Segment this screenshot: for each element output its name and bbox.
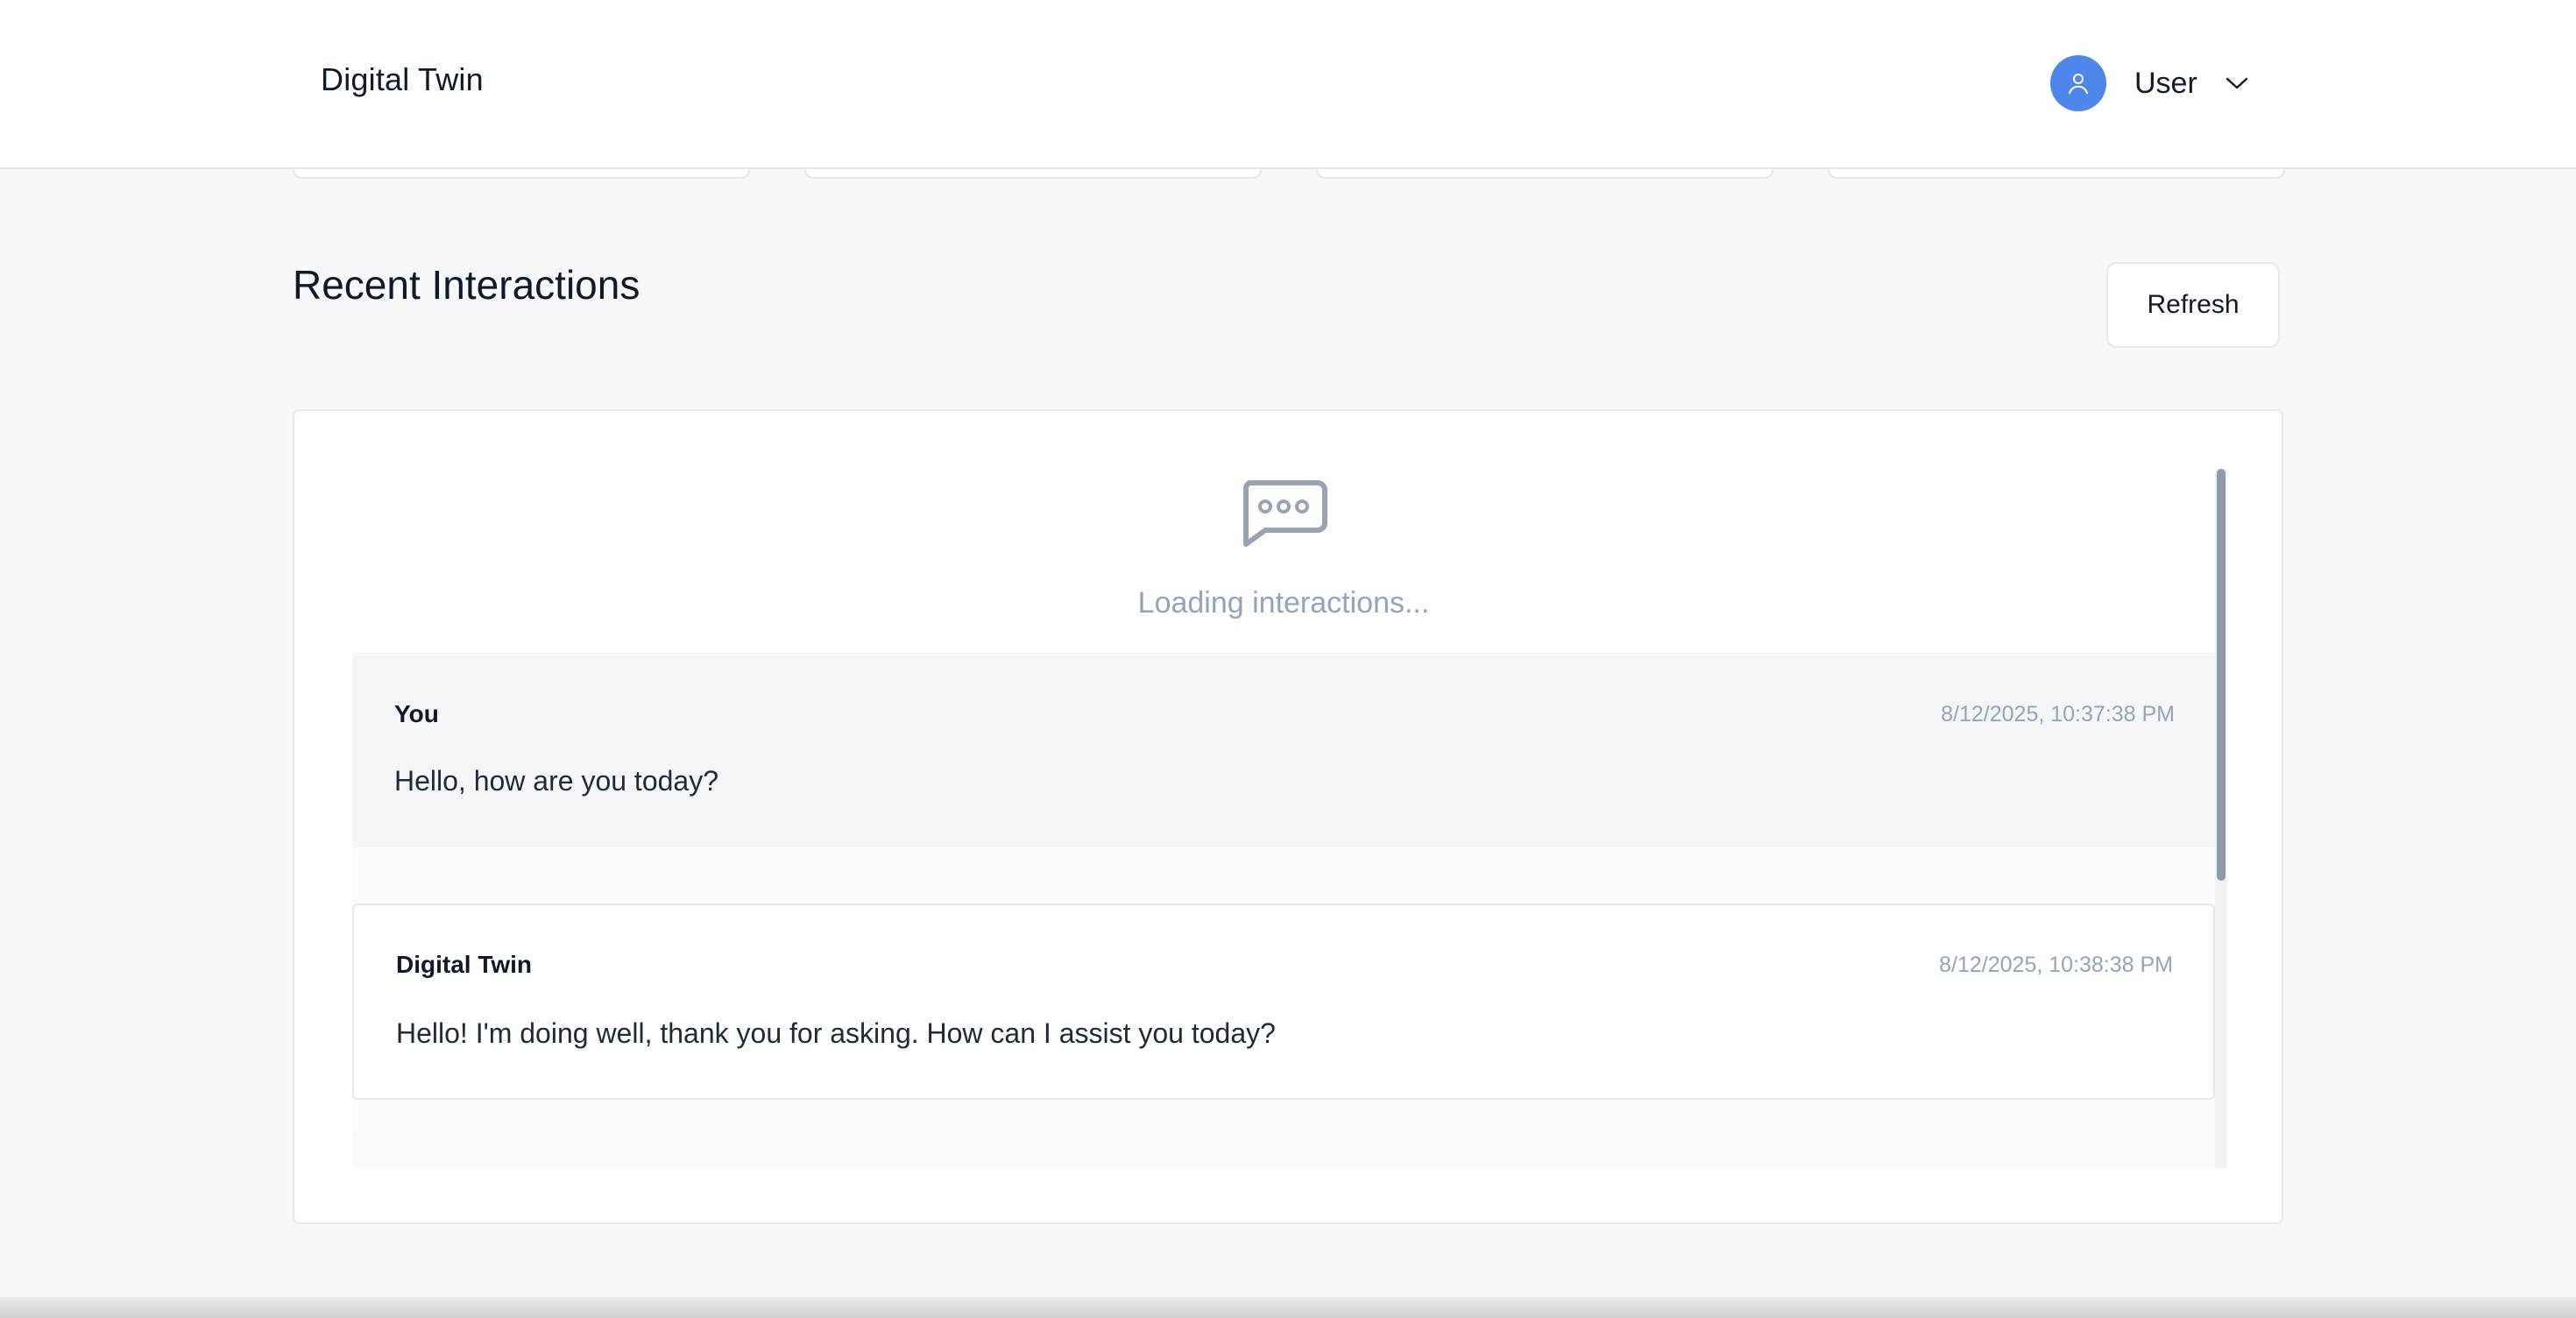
message-timestamp: 8/12/2025, 10:38:38 PM	[1939, 953, 2173, 977]
message-author: You	[394, 700, 439, 727]
refresh-button[interactable]: Refresh	[2106, 262, 2280, 348]
user-icon	[2069, 74, 2088, 95]
user-menu[interactable]: User	[2050, 55, 2250, 111]
chevron-down-icon[interactable]	[2224, 74, 2250, 92]
brand-title[interactable]: Digital Twin	[321, 61, 484, 98]
message-user: You 8/12/2025, 10:37:38 PM Hello, how ar…	[352, 653, 2215, 847]
loading-text: Loading interactions...	[1137, 586, 1430, 620]
message-text: Hello! I'm doing well, thank you for ask…	[396, 1017, 1276, 1049]
interactions-list[interactable]: Loading interactions... You 8/12/2025, 1…	[352, 469, 2227, 1168]
message-timestamp: 8/12/2025, 10:37:38 PM	[1941, 702, 2175, 726]
loading-state: Loading interactions...	[352, 469, 2215, 653]
app-header: Digital Twin User	[0, 0, 2576, 169]
window-bottom-edge	[0, 1297, 2576, 1318]
section-title: Recent Interactions	[293, 262, 640, 308]
message-text: Hello, how are you today?	[394, 765, 718, 797]
interactions-panel: Loading interactions... You 8/12/2025, 1…	[293, 409, 2283, 1224]
avatar[interactable]	[2050, 55, 2106, 111]
chat-bubble-icon	[1242, 480, 1327, 547]
scrollbar-thumb[interactable]	[2217, 469, 2226, 881]
user-name[interactable]: User	[2134, 67, 2197, 101]
message-next-partial	[352, 1133, 2215, 1168]
message-author: Digital Twin	[396, 951, 533, 978]
message-twin: Digital Twin 8/12/2025, 10:38:38 PM Hell…	[352, 903, 2215, 1100]
